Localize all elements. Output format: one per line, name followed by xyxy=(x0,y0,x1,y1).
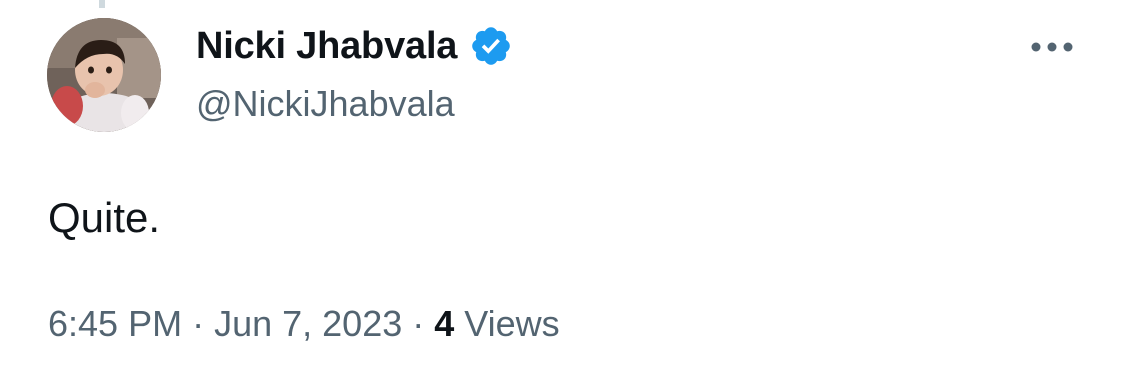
avatar-photo xyxy=(47,18,161,132)
tweet-metadata: 6:45 PM · Jun 7, 2023 · 4 Views xyxy=(48,300,560,348)
author-display-name[interactable]: Nicki Jhabvala xyxy=(196,22,457,70)
more-options-button[interactable] xyxy=(1026,30,1078,64)
author-handle[interactable]: @NickiJhabvala xyxy=(196,80,455,128)
views-count[interactable]: 4 xyxy=(434,303,454,344)
more-horizontal-icon xyxy=(1031,42,1073,52)
meta-separator: · xyxy=(412,303,425,344)
thread-connector-line xyxy=(99,0,105,8)
author-name-row: Nicki Jhabvala xyxy=(196,22,513,70)
avatar[interactable] xyxy=(47,18,161,132)
verified-badge-icon[interactable] xyxy=(469,24,513,68)
tweet-date[interactable]: Jun 7, 2023 xyxy=(214,303,402,344)
meta-separator: · xyxy=(192,303,205,344)
views-label[interactable]: Views xyxy=(464,303,559,344)
tweet-time[interactable]: 6:45 PM xyxy=(48,303,182,344)
tweet-text: Quite. xyxy=(48,194,161,241)
